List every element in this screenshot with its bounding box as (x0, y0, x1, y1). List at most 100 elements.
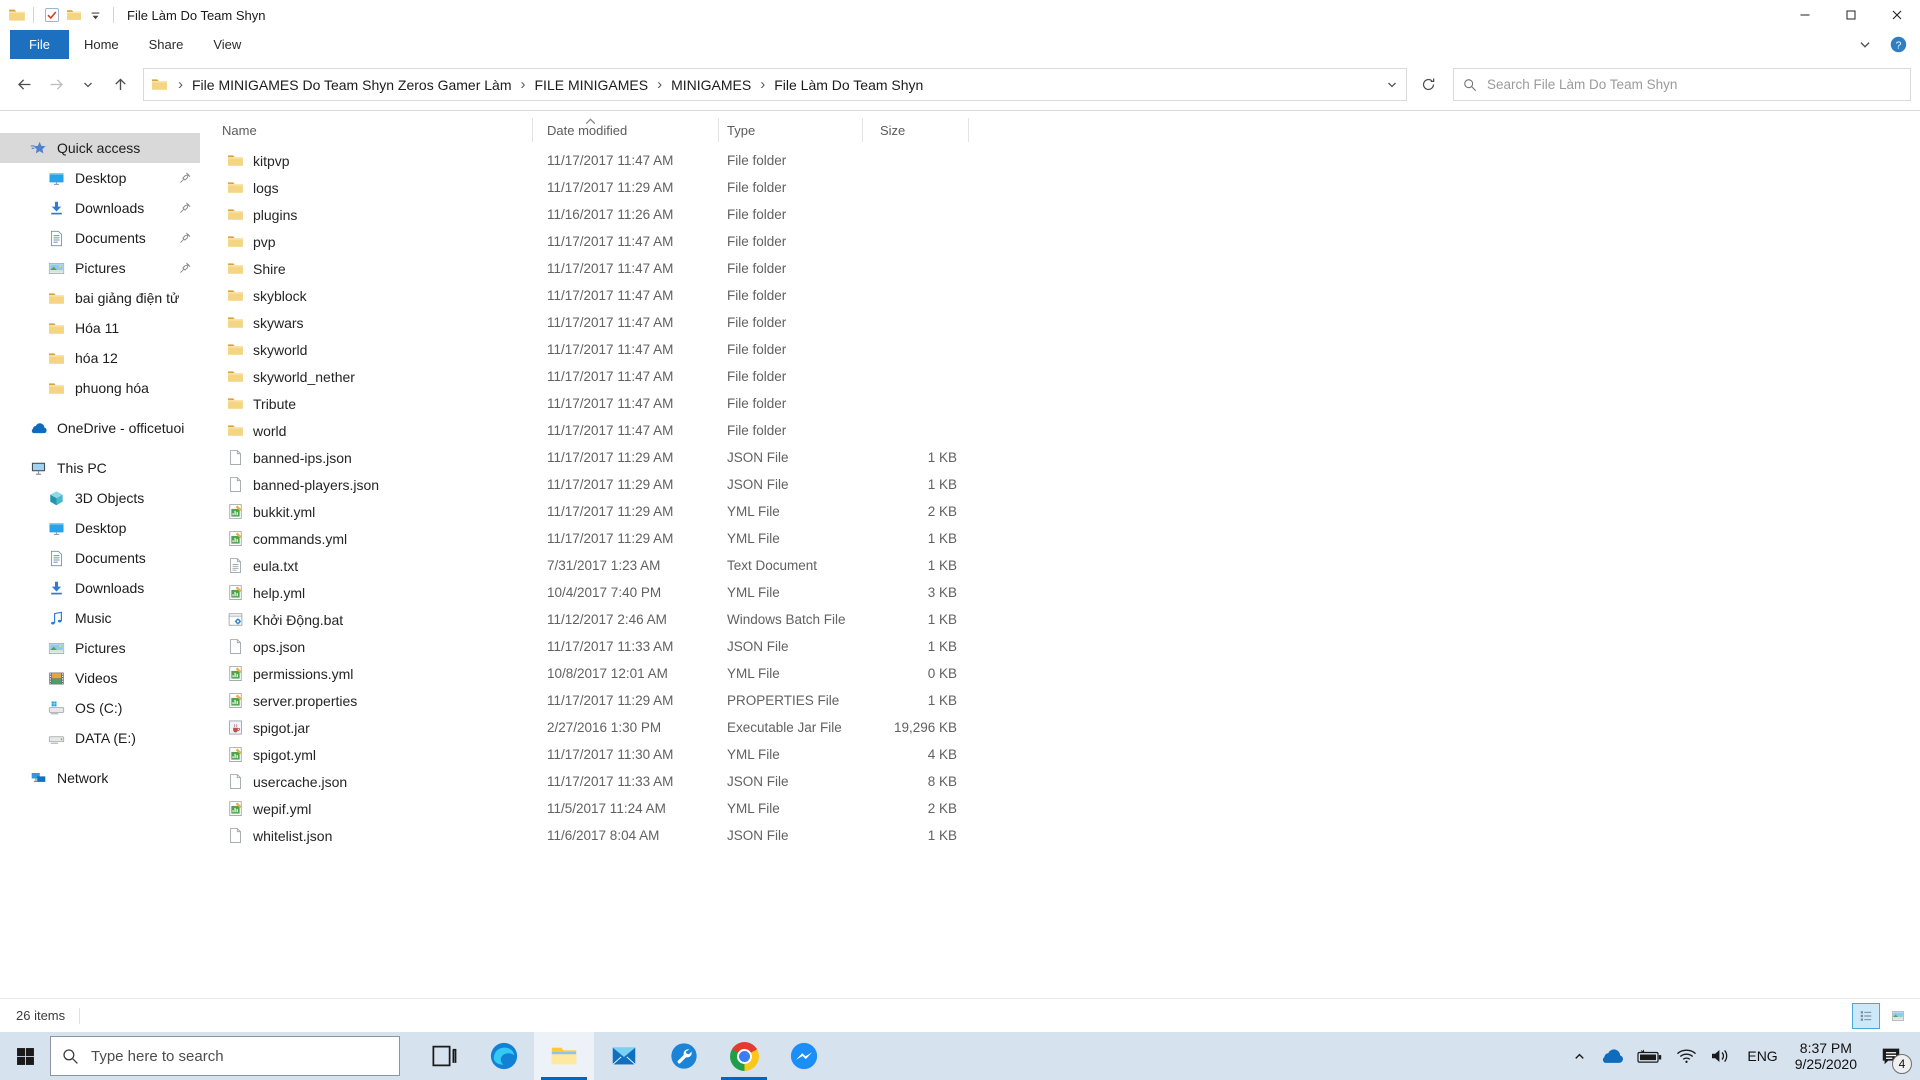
breadcrumb-item[interactable]: MINIGAMES (668, 73, 754, 97)
sidebar-item-pictures[interactable]: Pictures (0, 633, 200, 663)
file-row[interactable]: usercache.json11/17/2017 11:33 AMJSON Fi… (222, 768, 1920, 795)
sidebar-item-pictures[interactable]: Pictures (0, 253, 200, 283)
sidebar-item-h-a-12[interactable]: hóa 12 (0, 343, 200, 373)
taskbar-app-chrome[interactable] (714, 1032, 774, 1080)
file-row[interactable]: permissions.yml10/8/2017 12:01 AMYML Fil… (222, 660, 1920, 687)
file-row[interactable]: server.properties11/17/2017 11:29 AMPROP… (222, 687, 1920, 714)
column-header-date-modified[interactable]: Date modified (533, 118, 719, 142)
file-row[interactable]: help.yml10/4/2017 7:40 PMYML File3 KB (222, 579, 1920, 606)
volume-icon[interactable] (1710, 1048, 1732, 1064)
sidebar-item-data-e-[interactable]: DATA (E:) (0, 723, 200, 753)
file-row[interactable]: wepif.yml11/5/2017 11:24 AMYML File2 KB (222, 795, 1920, 822)
taskbar-app-messenger[interactable] (774, 1032, 834, 1080)
column-header-name[interactable]: Name (222, 118, 533, 142)
taskbar-app-file-explorer[interactable] (534, 1032, 594, 1080)
forward-button[interactable] (41, 70, 71, 100)
file-row[interactable]: plugins11/16/2017 11:26 AMFile folder (222, 201, 1920, 228)
file-row[interactable]: Tribute11/17/2017 11:47 AMFile folder (222, 390, 1920, 417)
file-row[interactable]: banned-players.json11/17/2017 11:29 AMJS… (222, 471, 1920, 498)
back-button[interactable] (9, 70, 39, 100)
file-row[interactable]: skywars11/17/2017 11:47 AMFile folder (222, 309, 1920, 336)
sidebar-item-documents[interactable]: Documents (0, 543, 200, 573)
sidebar-item-h-a-11[interactable]: Hóa 11 (0, 313, 200, 343)
file-row[interactable]: ops.json11/17/2017 11:33 AMJSON File1 KB (222, 633, 1920, 660)
close-button[interactable] (1874, 0, 1920, 30)
file-row[interactable]: skyworld_nether11/17/2017 11:47 AMFile f… (222, 363, 1920, 390)
onedrive-tray-icon[interactable] (1600, 1049, 1624, 1064)
file-row[interactable]: spigot.jar2/27/2016 1:30 PMExecutable Ja… (222, 714, 1920, 741)
sidebar-item-this-pc[interactable]: This PC (0, 453, 200, 483)
file-type: File folder (719, 180, 863, 195)
sidebar-item-music[interactable]: Music (0, 603, 200, 633)
sidebar-item-phuong-h-a[interactable]: phuong hóa (0, 373, 200, 403)
column-header-type[interactable]: Type (719, 118, 863, 142)
recent-locations-button[interactable] (73, 70, 103, 100)
file-row[interactable]: banned-ips.json11/17/2017 11:29 AMJSON F… (222, 444, 1920, 471)
sidebar-item-desktop[interactable]: Desktop (0, 163, 200, 193)
file-row[interactable]: commands.yml11/17/2017 11:29 AMYML File1… (222, 525, 1920, 552)
quick-access-toolbar-properties-button[interactable] (44, 7, 60, 23)
breadcrumb: ›File MINIGAMES Do Team Shyn Zeros Gamer… (172, 73, 1378, 97)
wifi-icon[interactable] (1676, 1048, 1697, 1064)
search-icon (62, 1048, 79, 1065)
start-button[interactable] (0, 1032, 50, 1080)
up-button[interactable] (105, 70, 135, 100)
language-indicator[interactable]: ENG (1745, 1048, 1779, 1064)
file-row[interactable]: world11/17/2017 11:47 AMFile folder (222, 417, 1920, 444)
minimize-button[interactable] (1782, 0, 1828, 30)
sidebar-item-bai-gi-ng-i-n-t-[interactable]: bai giảng điện tử (0, 283, 200, 313)
sidebar-item-onedrive-officetuoi[interactable]: OneDrive - officetuoi (0, 413, 200, 443)
taskbar-app-task-view[interactable] (414, 1032, 474, 1080)
file-row[interactable]: bukkit.yml11/17/2017 11:29 AMYML File2 K… (222, 498, 1920, 525)
address-bar[interactable]: ›File MINIGAMES Do Team Shyn Zeros Gamer… (143, 68, 1407, 101)
action-center-button[interactable]: 4 (1872, 1036, 1910, 1076)
file-row[interactable]: eula.txt7/31/2017 1:23 AMText Document1 … (222, 552, 1920, 579)
tab-file[interactable]: File (10, 30, 69, 59)
file-row[interactable]: kitpvp11/17/2017 11:47 AMFile folder (222, 147, 1920, 174)
battery-icon[interactable] (1637, 1049, 1663, 1064)
quick-access-toolbar-newfolder-button[interactable] (66, 7, 82, 23)
tab-view[interactable]: View (198, 30, 256, 59)
file-row[interactable]: Khởi Động.bat11/12/2017 2:46 AMWindows B… (222, 606, 1920, 633)
taskbar-search-input[interactable] (89, 1047, 388, 1066)
sidebar-item-downloads[interactable]: Downloads (0, 193, 200, 223)
breadcrumb-item[interactable]: File Làm Do Team Shyn (771, 73, 926, 97)
sidebar-item-quick-access[interactable]: Quick access (0, 133, 200, 163)
taskbar-app-mail[interactable] (594, 1032, 654, 1080)
sidebar-item-downloads[interactable]: Downloads (0, 573, 200, 603)
tab-home[interactable]: Home (69, 30, 134, 59)
refresh-button[interactable] (1413, 70, 1443, 100)
file-type: YML File (719, 801, 863, 816)
file-type: File folder (719, 396, 863, 411)
sidebar-item-videos[interactable]: Videos (0, 663, 200, 693)
clock[interactable]: 8:37 PM 9/25/2020 (1793, 1040, 1859, 1072)
file-row[interactable]: skyblock11/17/2017 11:47 AMFile folder (222, 282, 1920, 309)
column-header-size[interactable]: Size (863, 118, 969, 142)
file-row[interactable]: logs11/17/2017 11:29 AMFile folder (222, 174, 1920, 201)
breadcrumb-item[interactable]: FILE MINIGAMES (532, 73, 652, 97)
file-row[interactable]: pvp11/17/2017 11:47 AMFile folder (222, 228, 1920, 255)
file-row[interactable]: spigot.yml11/17/2017 11:30 AMYML File4 K… (222, 741, 1920, 768)
thumbnail-view-button[interactable] (1884, 1003, 1912, 1029)
taskbar-app-settings-tool[interactable] (654, 1032, 714, 1080)
sidebar-item-network[interactable]: Network (0, 763, 200, 793)
expand-ribbon-button[interactable] (1858, 38, 1872, 52)
file-row[interactable]: skyworld11/17/2017 11:47 AMFile folder (222, 336, 1920, 363)
search-input[interactable] (1485, 76, 1901, 93)
taskbar-app-edge[interactable] (474, 1032, 534, 1080)
address-dropdown-button[interactable] (1378, 69, 1406, 100)
sidebar-item-3d-objects[interactable]: 3D Objects (0, 483, 200, 513)
sidebar-item-os-c-[interactable]: OS (C:) (0, 693, 200, 723)
breadcrumb-item[interactable]: File MINIGAMES Do Team Shyn Zeros Gamer … (189, 73, 515, 97)
file-row[interactable]: whitelist.json11/6/2017 8:04 AMJSON File… (222, 822, 1920, 849)
sidebar-item-desktop[interactable]: Desktop (0, 513, 200, 543)
file-date-modified: 11/12/2017 2:46 AM (533, 612, 719, 627)
tray-expand-button[interactable] (1572, 1049, 1587, 1064)
help-button[interactable]: ? (1890, 36, 1907, 53)
file-row[interactable]: Shire11/17/2017 11:47 AMFile folder (222, 255, 1920, 282)
sidebar-item-documents[interactable]: Documents (0, 223, 200, 253)
maximize-button[interactable] (1828, 0, 1874, 30)
details-view-button[interactable] (1852, 1003, 1880, 1029)
tab-share[interactable]: Share (134, 30, 199, 59)
customize-quick-access-toolbar-button[interactable] (88, 10, 103, 21)
